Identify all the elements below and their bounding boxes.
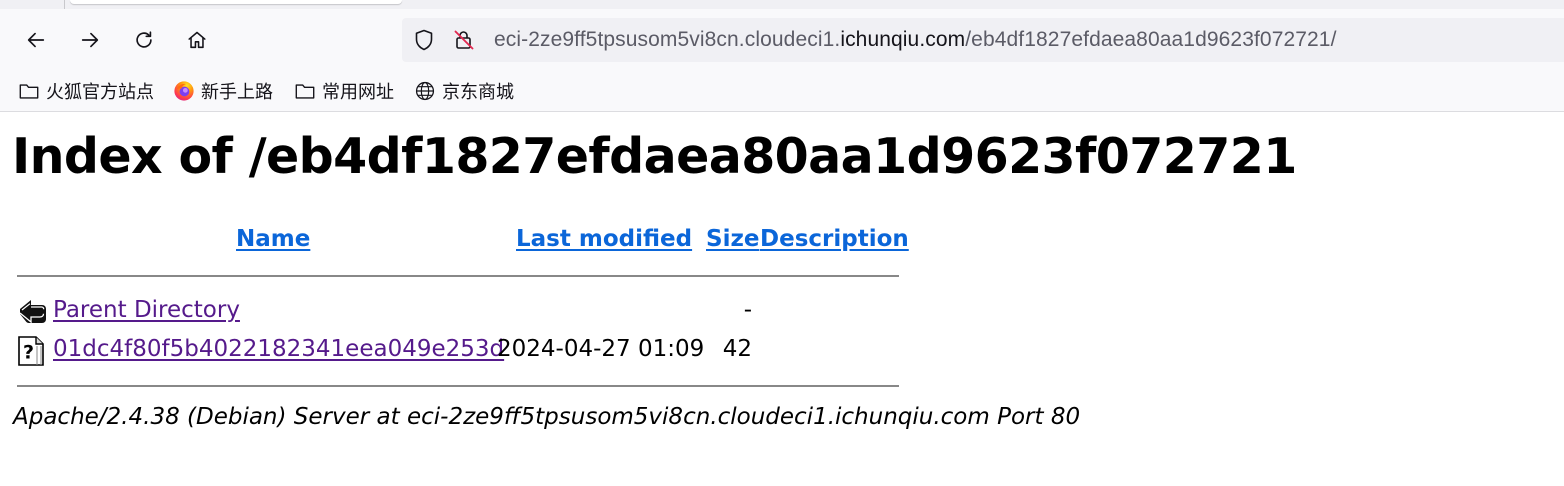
browser-toolbar: eci-2ze9ff5tpsusom5vi8cn.cloudeci1.ichun… <box>0 0 1564 112</box>
svg-text:?: ? <box>23 342 34 364</box>
server-signature: Apache/2.4.38 (Debian) Server at eci-2ze… <box>13 404 1081 430</box>
column-header-last-modified[interactable]: Last modified <box>516 226 692 252</box>
column-header-description[interactable]: Description <box>760 226 909 252</box>
column-header-size[interactable]: Size <box>706 226 759 252</box>
table-row: Parent Directory - <box>14 294 904 330</box>
page-content: Index of /eb4df1827efdaea80aa1d9623f0727… <box>0 112 1564 486</box>
globe-icon <box>415 81 435 101</box>
file-size: 42 <box>722 336 752 362</box>
address-bar[interactable]: eci-2ze9ff5tpsusom5vi8cn.cloudeci1.ichun… <box>402 18 1564 62</box>
home-icon <box>188 31 206 49</box>
unknown-file-icon: ? <box>18 336 44 366</box>
tracking-protection-shield-icon[interactable] <box>412 28 436 52</box>
arrow-left-icon <box>27 32 45 48</box>
url-text[interactable]: eci-2ze9ff5tpsusom5vi8cn.cloudeci1.ichun… <box>494 27 1337 53</box>
bookmark-item[interactable]: 火狐官方站点 <box>18 78 154 104</box>
bookmark-label: 常用网址 <box>322 82 394 102</box>
bookmark-label: 京东商城 <box>442 82 514 102</box>
bookmark-item[interactable]: 京东商城 <box>414 78 514 104</box>
file-link[interactable]: 01dc4f80f5b4022182341eea049e253d <box>53 336 504 362</box>
url-subdomain: eci-2ze9ff5tpsusom5vi8cn.cloudeci1. <box>494 28 841 51</box>
firefox-icon <box>174 81 194 101</box>
table-row: ? 01dc4f80f5b4022182341eea049e253d 2024-… <box>14 333 904 369</box>
tab-strip <box>0 0 1564 9</box>
file-size: - <box>743 297 752 323</box>
bookmark-label: 火狐官方站点 <box>46 82 154 102</box>
back-button[interactable] <box>20 24 52 56</box>
folder-icon <box>295 84 315 99</box>
home-button[interactable] <box>181 24 213 56</box>
tab-separator <box>64 0 65 9</box>
column-header-name[interactable]: Name <box>236 226 310 252</box>
divider <box>17 385 899 387</box>
reload-icon <box>136 31 152 48</box>
insecure-connection-lock-icon[interactable] <box>452 28 476 52</box>
parent-directory-link[interactable]: Parent Directory <box>53 297 240 323</box>
bookmark-item[interactable]: 新手上路 <box>173 78 273 104</box>
bookmark-label: 新手上路 <box>201 82 273 102</box>
bookmark-item[interactable]: 常用网址 <box>294 78 394 104</box>
bookmarks-toolbar: 火狐官方站点 新手上路 常用网址 京东商城 <box>0 76 1564 106</box>
divider <box>17 275 899 277</box>
url-path: /eb4df1827efdaea80aa1d9623f072721/ <box>965 28 1337 51</box>
last-modified-date: 2024-04-27 01:09 <box>497 336 705 362</box>
reload-button[interactable] <box>128 24 160 56</box>
back-folder-icon <box>19 300 46 324</box>
active-tab[interactable] <box>70 0 402 4</box>
folder-icon <box>19 84 39 99</box>
arrow-right-icon <box>81 32 99 48</box>
page-title: Index of /eb4df1827efdaea80aa1d9623f0727… <box>12 128 1297 185</box>
forward-button[interactable] <box>74 24 106 56</box>
url-domain: ichunqiu.com <box>840 28 966 51</box>
